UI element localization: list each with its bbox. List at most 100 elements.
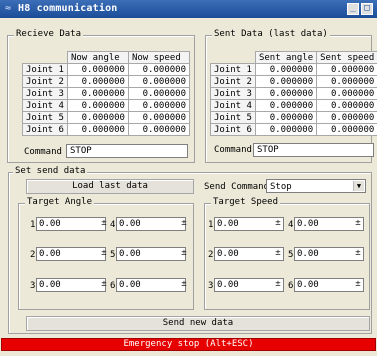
spin-icon[interactable]: ±	[179, 218, 189, 228]
table-row: Joint 5 0.000000 0.000000	[210, 111, 377, 124]
set-send-data-title: Set send data	[13, 166, 88, 176]
row-label: Joint 3	[22, 87, 68, 100]
sent-command-label: Command	[214, 145, 252, 155]
row-label: Joint 5	[22, 111, 68, 124]
angle-input[interactable]: 0.00	[36, 247, 106, 261]
spin-icon[interactable]: ±	[273, 218, 283, 228]
cell-value: 0.000000	[316, 123, 377, 136]
receive-table: Now angle Now speed Joint 1 0.000000 0.000…	[22, 51, 191, 136]
row-label: Joint 3	[210, 87, 256, 100]
table-row: Joint 4 0.000000 0.000000	[210, 99, 377, 112]
target-speed-title: Target Speed	[211, 197, 281, 207]
send-new-data-button[interactable]: Send new data	[26, 316, 370, 331]
receive-command-label: Command	[24, 147, 62, 157]
title-bar: ≈ H8 communication _ □	[0, 0, 377, 18]
spin-icon[interactable]: ±	[353, 218, 363, 228]
table-row: Joint 3 0.000000 0.000000	[22, 87, 191, 100]
maximize-button[interactable]: □	[361, 3, 373, 15]
cell-value: 0.000000	[254, 63, 318, 76]
table-row: Joint 6 0.000000 0.000000	[210, 123, 377, 136]
target-angle-1[interactable]: 1 0.00 ±	[30, 217, 110, 231]
field-number: 6	[288, 281, 294, 291]
spin-icon[interactable]: ±	[353, 279, 363, 289]
target-angle-4[interactable]: 4 0.00 ±	[110, 217, 190, 231]
target-speed-4[interactable]: 4 0.00 ±	[288, 217, 364, 231]
cell-value: 0.000000	[316, 75, 377, 88]
table-row: Joint 1 0.000000 0.000000	[210, 63, 377, 76]
chevron-down-icon[interactable]: ▼	[353, 181, 364, 191]
load-last-data-button[interactable]: Load last data	[26, 179, 194, 194]
field-number: 1	[208, 220, 214, 230]
field-number: 5	[288, 250, 294, 260]
target-angle-6[interactable]: 6 0.00 ±	[110, 278, 190, 292]
cell-value: 0.000000	[66, 63, 129, 76]
table-row: Joint 3 0.000000 0.000000	[210, 87, 377, 100]
table-row: Joint 5 0.000000 0.000000	[22, 111, 191, 124]
table-corner	[210, 51, 256, 64]
cell-value: 0.000000	[127, 111, 191, 124]
cell-value: 0.000000	[127, 63, 191, 76]
row-label: Joint 6	[210, 123, 256, 136]
angle-input[interactable]: 0.00	[116, 247, 186, 261]
target-angle-2[interactable]: 2 0.00 ±	[30, 247, 110, 261]
column-header: Now speed	[127, 51, 191, 64]
cell-value: 0.000000	[254, 111, 318, 124]
cell-value: 0.000000	[316, 99, 377, 112]
spin-icon[interactable]: ±	[99, 248, 109, 258]
table-row: Joint 2 0.000000 0.000000	[22, 75, 191, 88]
row-label: Joint 2	[210, 75, 256, 88]
angle-input[interactable]: 0.00	[116, 278, 186, 292]
app-icon: ≈	[5, 3, 12, 14]
spin-icon[interactable]: ±	[273, 279, 283, 289]
row-label: Joint 1	[210, 63, 256, 76]
spin-icon[interactable]: ±	[179, 248, 189, 258]
table-row: Joint 1 0.000000 0.000000	[22, 63, 191, 76]
send-command-label: Send Command	[204, 182, 270, 192]
spin-icon[interactable]: ±	[273, 248, 283, 258]
column-header: Sent angle	[254, 51, 318, 64]
spin-icon[interactable]: ±	[353, 248, 363, 258]
sent-command-field: STOP	[253, 143, 374, 157]
target-speed-5[interactable]: 5 0.00 ±	[288, 247, 364, 261]
spin-icon[interactable]: ±	[99, 218, 109, 228]
table-row: Joint 4 0.000000 0.000000	[22, 99, 191, 112]
spin-icon[interactable]: ±	[99, 279, 109, 289]
row-label: Joint 5	[210, 111, 256, 124]
target-angle-5[interactable]: 5 0.00 ±	[110, 247, 190, 261]
window-title: H8 communication	[18, 3, 118, 14]
cell-value: 0.000000	[127, 123, 191, 136]
table-row: Joint 6 0.000000 0.000000	[22, 123, 191, 136]
row-label: Joint 1	[22, 63, 68, 76]
column-header: Now angle	[66, 51, 129, 64]
cell-value: 0.000000	[254, 87, 318, 100]
target-angle-3[interactable]: 3 0.00 ±	[30, 278, 110, 292]
field-number: 3	[30, 281, 36, 291]
target-speed-2[interactable]: 2 0.00 ±	[208, 247, 284, 261]
target-speed-1[interactable]: 1 0.00 ±	[208, 217, 284, 231]
receive-data-title: Recieve Data	[14, 29, 84, 39]
target-speed-6[interactable]: 6 0.00 ±	[288, 278, 364, 292]
target-angle-title: Target Angle	[25, 197, 95, 207]
sent-table: Sent angle Sent speed Joint 1 0.000000 0.0…	[210, 51, 377, 136]
field-number: 2	[30, 250, 36, 260]
minimize-button[interactable]: _	[347, 3, 359, 15]
cell-value: 0.000000	[66, 111, 129, 124]
emergency-stop-button[interactable]: Emergency stop (Alt+ESC)	[1, 338, 376, 351]
angle-input[interactable]: 0.00	[116, 217, 186, 231]
angle-input[interactable]: 0.00	[36, 278, 106, 292]
field-number: 4	[110, 220, 116, 230]
cell-value: 0.000000	[254, 123, 318, 136]
target-speed-3[interactable]: 3 0.00 ±	[208, 278, 284, 292]
table-corner	[22, 51, 68, 64]
spin-icon[interactable]: ±	[179, 279, 189, 289]
cell-value: 0.000000	[316, 111, 377, 124]
row-label: Joint 4	[210, 99, 256, 112]
sent-data-title: Sent Data (last data)	[212, 29, 330, 39]
field-number: 5	[110, 250, 116, 260]
cell-value: 0.000000	[254, 75, 318, 88]
cell-value: 0.000000	[66, 99, 129, 112]
send-command-select[interactable]: Stop ▼	[266, 179, 366, 193]
angle-input[interactable]: 0.00	[36, 217, 106, 231]
row-label: Joint 6	[22, 123, 68, 136]
cell-value: 0.000000	[127, 87, 191, 100]
